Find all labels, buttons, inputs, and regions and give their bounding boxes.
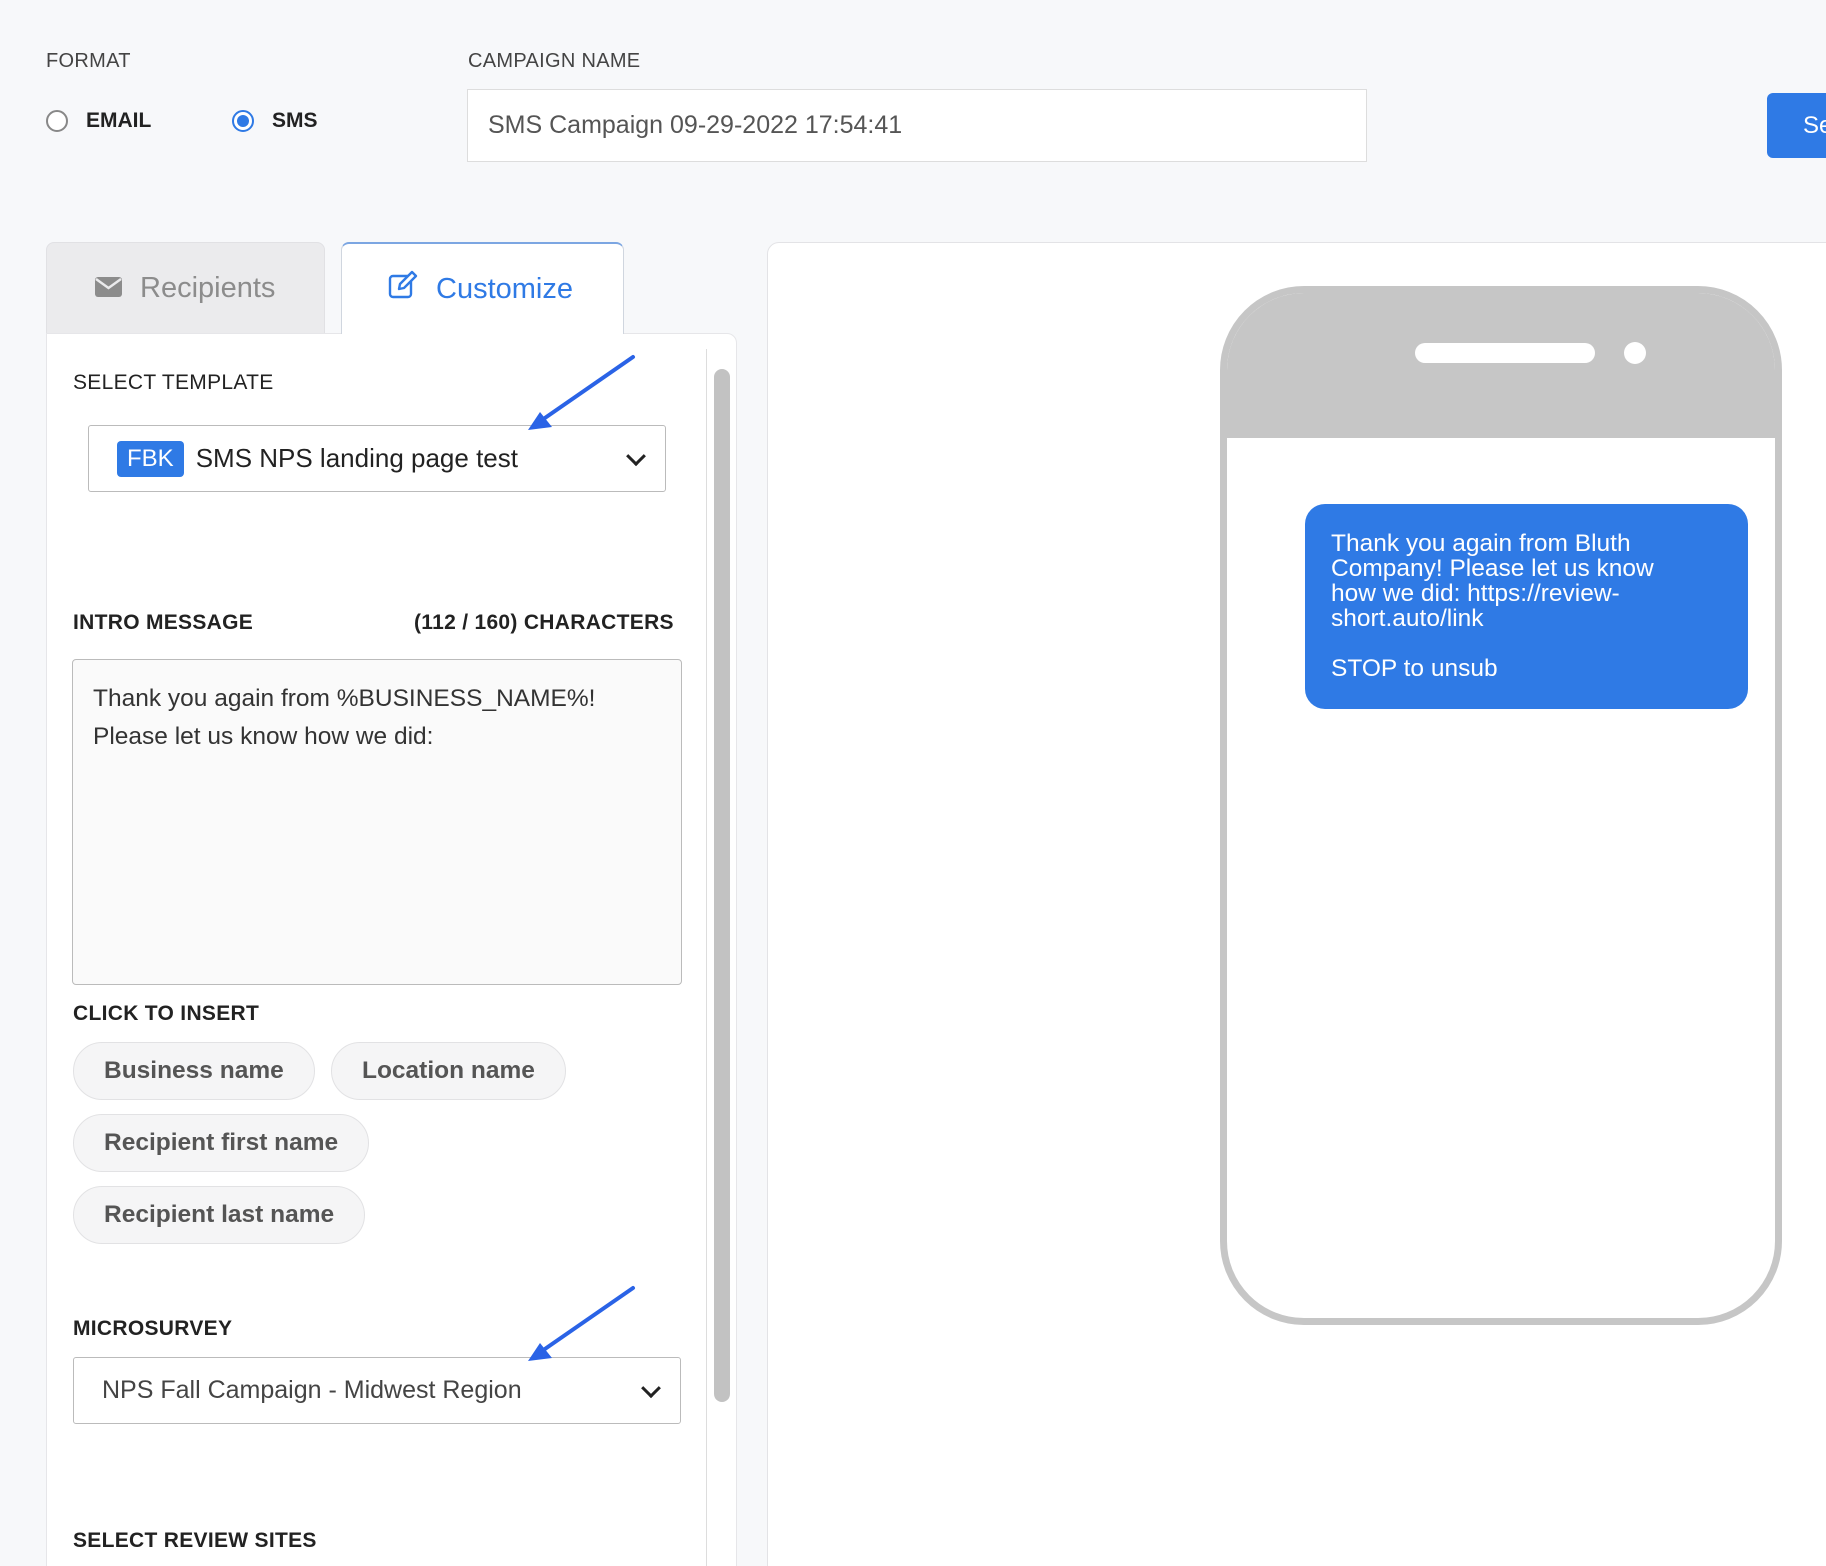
insert-location-name-chip[interactable]: Location name [331,1042,566,1100]
sms-radio[interactable] [232,110,254,132]
phone-preview: Thank you again from Bluth Company! Plea… [1220,286,1782,1325]
tab-customize-label: Customize [436,272,573,305]
chevron-down-icon [641,1377,661,1398]
intro-message-label: INTRO MESSAGE [73,611,254,634]
sms-radio-label: SMS [272,109,318,132]
phone-camera [1624,342,1646,364]
phone-speaker [1415,343,1595,363]
email-radio[interactable] [46,110,68,132]
microsurvey-label: MICROSURVEY [73,1317,233,1340]
tab-recipients-label: Recipients [140,271,276,304]
tab-customize[interactable]: Customize [341,242,624,334]
envelope-icon [95,272,122,305]
template-badge: FBK [117,440,184,477]
phone-header [1227,293,1775,438]
scrollbar-thumb[interactable] [714,369,730,1402]
edit-icon [388,270,418,308]
annotation-arrow-microsurvey [528,1286,635,1361]
sms-preview-bubble: Thank you again from Bluth Company! Plea… [1305,504,1748,709]
select-template-label: SELECT TEMPLATE [73,371,274,394]
annotation-arrow-template [528,355,635,430]
intro-message-textarea[interactable]: Thank you again from %BUSINESS_NAME%! Pl… [72,659,682,985]
campaign-name-value: SMS Campaign 09-29-2022 17:54:41 [488,111,903,139]
insert-recipient-last-name-chip[interactable]: Recipient last name [73,1186,366,1244]
insert-recipient-first-name-chip[interactable]: Recipient first name [73,1114,370,1172]
format-label: FORMAT [46,50,131,72]
send-button-label: Se [1803,111,1826,139]
tab-recipients[interactable]: Recipients [46,242,325,334]
send-button[interactable]: Se [1767,93,1826,158]
template-select-value: SMS NPS landing page test [195,443,518,473]
campaign-name-input[interactable]: SMS Campaign 09-29-2022 17:54:41 [467,89,1367,162]
chevron-down-icon [626,445,646,466]
click-to-insert-label: CLICK TO INSERT [73,1002,260,1025]
character-count: (112 / 160) CHARACTERS [414,611,674,634]
email-radio-label: EMAIL [86,109,152,132]
microsurvey-select-value: NPS Fall Campaign - Midwest Region [102,1376,522,1404]
campaign-name-label: CAMPAIGN NAME [468,50,641,72]
insert-business-name-chip[interactable]: Business name [73,1042,315,1100]
select-review-sites-label: SELECT REVIEW SITES [73,1529,317,1552]
format-email-option[interactable]: EMAIL [46,109,151,133]
format-sms-option[interactable]: SMS [232,109,318,133]
